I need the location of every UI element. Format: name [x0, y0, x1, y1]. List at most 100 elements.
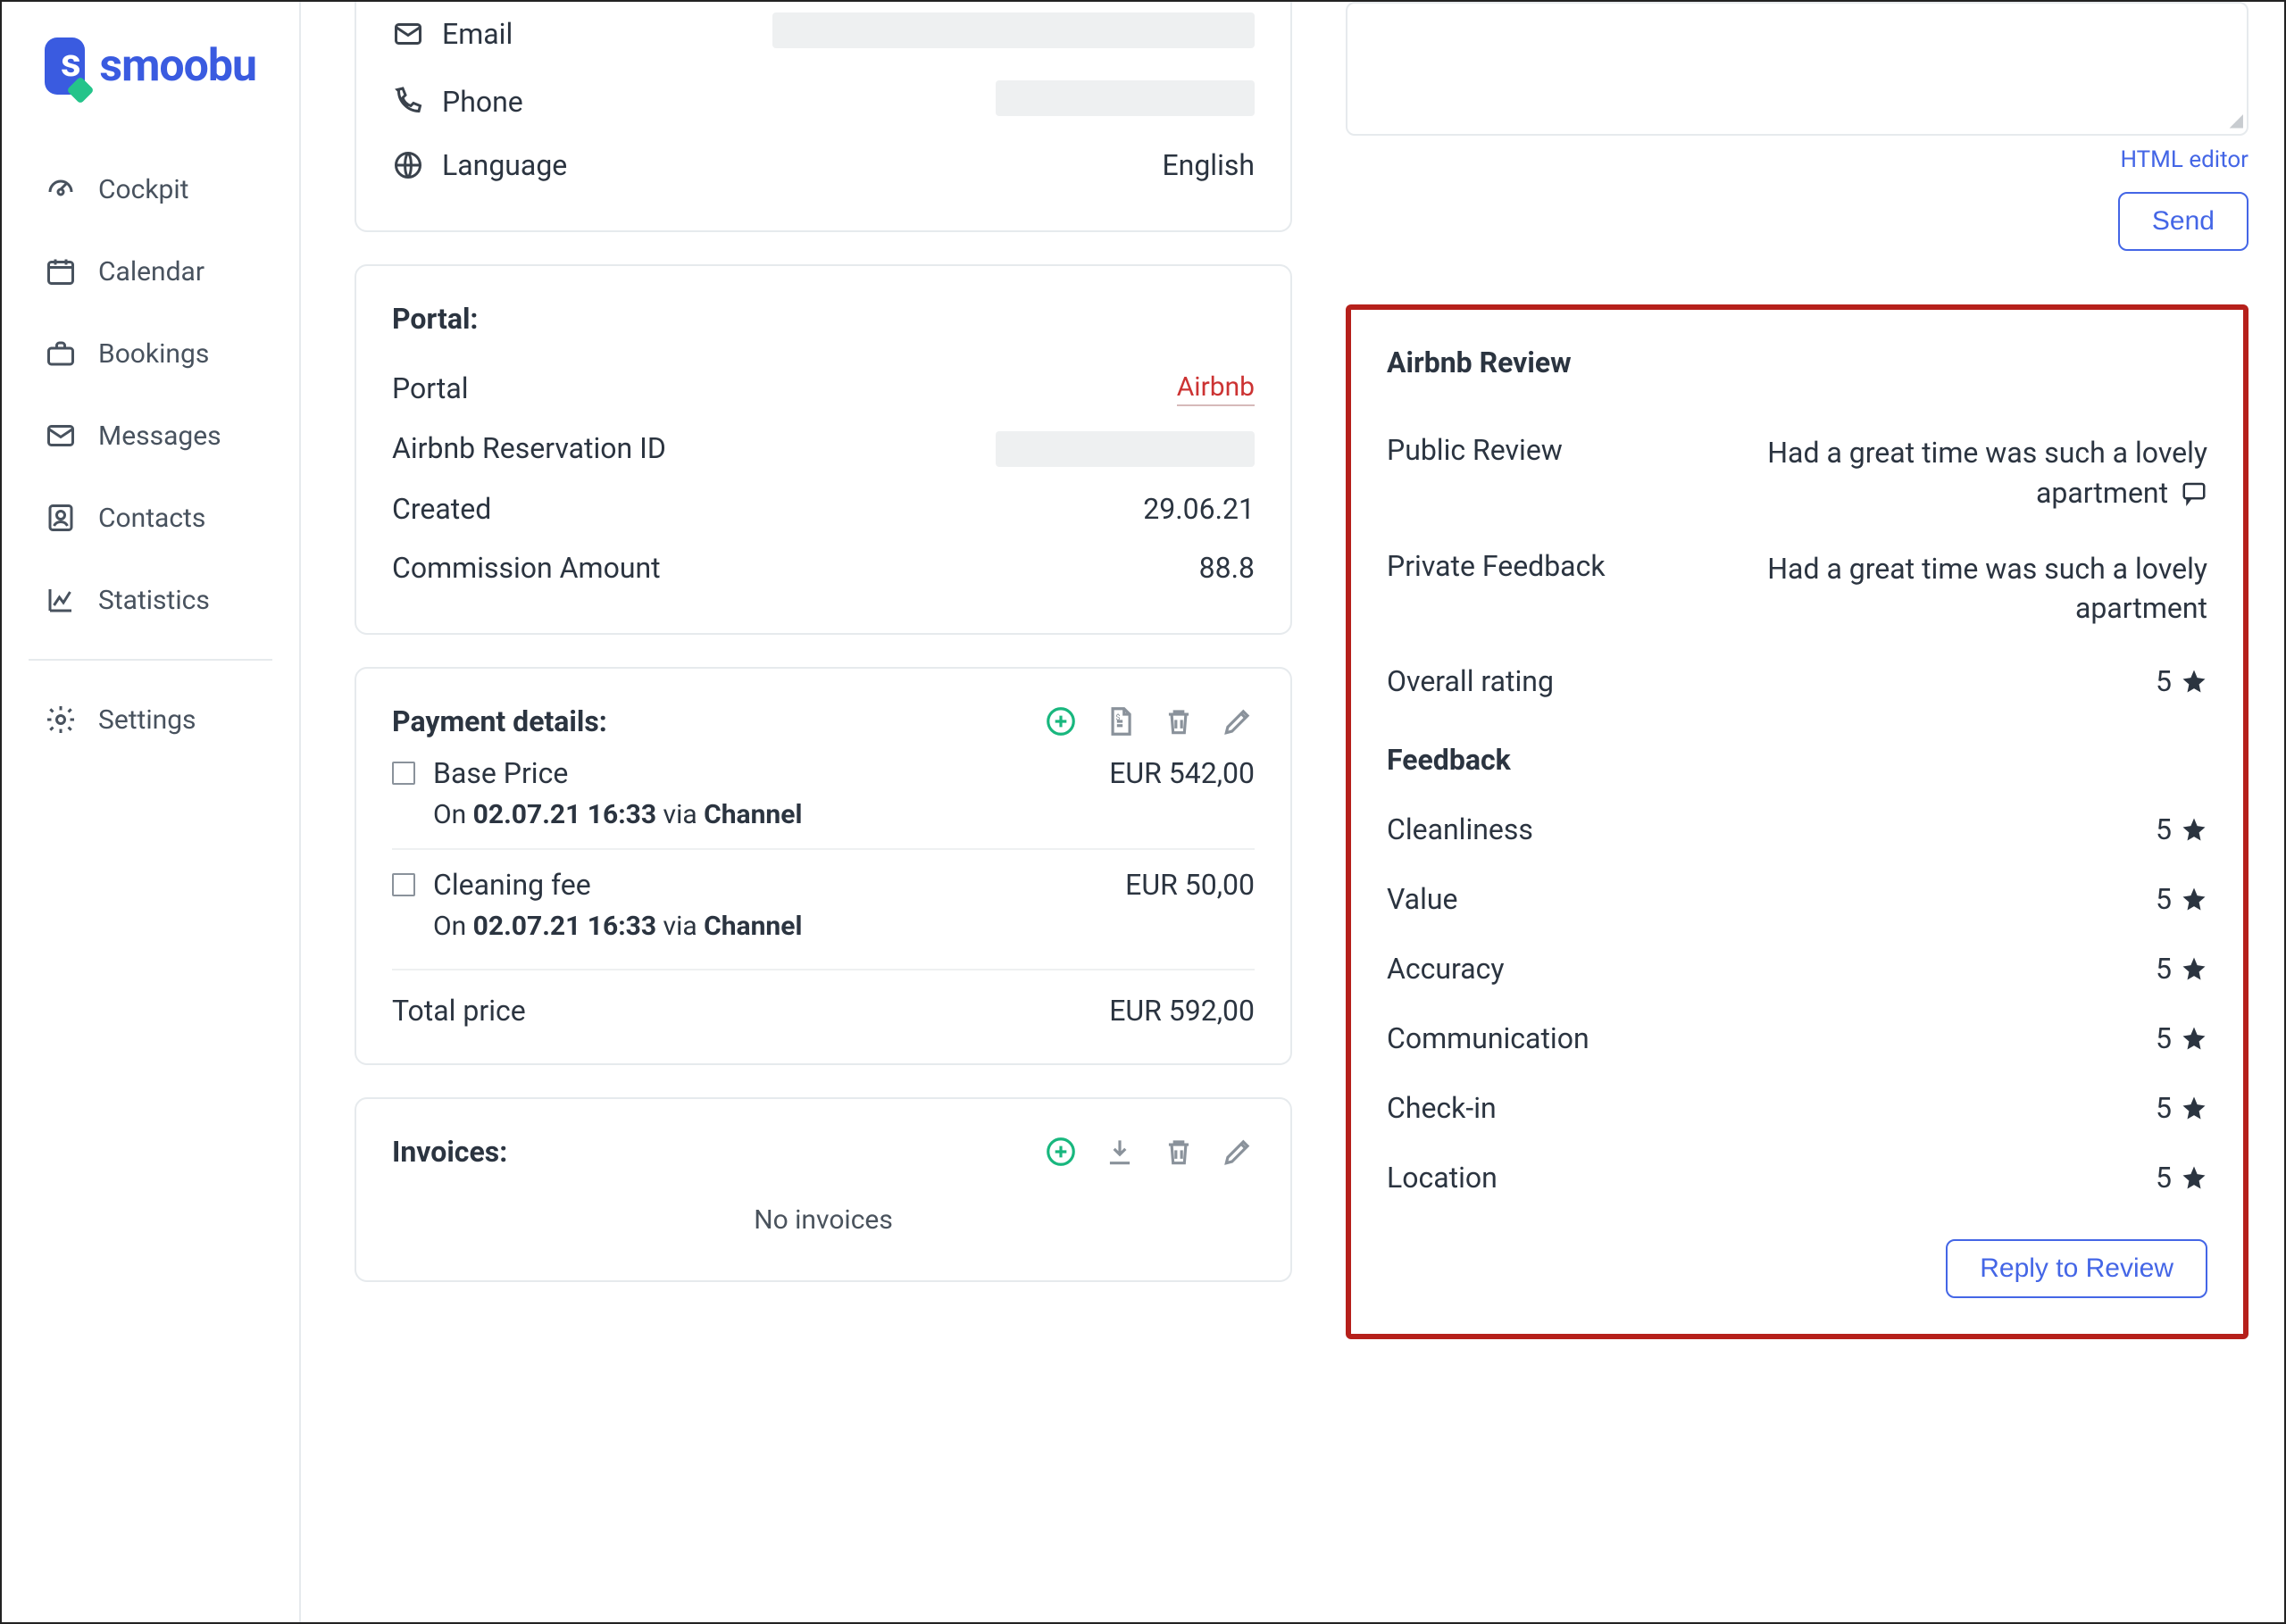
payment-item-meta: On 02.07.21 16:33 via Channel — [392, 799, 1255, 830]
portal-value-link[interactable]: Airbnb — [1177, 371, 1255, 406]
edit-invoice-icon[interactable] — [1221, 1135, 1255, 1169]
reservation-id-label: Airbnb Reservation ID — [392, 431, 996, 467]
feedback-category-row: Accuracy5 — [1387, 934, 2207, 1004]
star-icon — [2181, 1095, 2207, 1121]
payment-section-title: Payment details: — [392, 704, 607, 738]
feedback-category-row: Cleanliness 5 — [1387, 795, 2207, 864]
created-label: Created — [392, 492, 1143, 526]
overall-rating-label: Overall rating — [1387, 664, 1673, 698]
payment-item: Base Price EUR 542,00 On 02.07.21 16:33 vi… — [392, 738, 1255, 850]
feedback-category-value: 5 — [2156, 882, 2172, 916]
sidebar-item-bookings[interactable]: Bookings — [2, 312, 299, 395]
feedback-category-row: Location5 — [1387, 1143, 2207, 1212]
feedback-category-label: Check-in — [1387, 1091, 1673, 1125]
nav-label: Calendar — [98, 256, 204, 287]
payment-card: Payment details: $ Base Price EUR 542,00 O… — [355, 667, 1292, 1065]
guest-phone-redacted — [996, 80, 1255, 116]
overall-rating-row: Overall rating 5 — [1387, 646, 2207, 716]
nav-label: Contacts — [98, 503, 205, 534]
guest-phone-label: Phone — [442, 85, 523, 119]
review-card: Airbnb Review Public Review Had a great … — [1387, 346, 2207, 1298]
feedback-category-label: Accuracy — [1387, 952, 1673, 986]
feedback-category-label: Cleanliness — [1387, 812, 1673, 846]
delete-invoice-icon[interactable] — [1162, 1135, 1196, 1169]
chat-icon — [2181, 479, 2207, 506]
feedback-category-label: Communication — [1387, 1021, 1673, 1055]
sidebar-item-calendar[interactable]: Calendar — [2, 230, 299, 312]
total-value: EUR 592,00 — [1109, 994, 1255, 1028]
gear-icon — [45, 704, 77, 736]
add-invoice-icon[interactable] — [1044, 1135, 1078, 1169]
feedback-subtitle: Feedback — [1387, 743, 2207, 777]
chart-icon — [45, 584, 77, 616]
sidebar-item-cockpit[interactable]: Cockpit — [2, 148, 299, 230]
nav-label: Messages — [98, 421, 221, 452]
commission-row: Commission Amount 88.8 — [392, 538, 1255, 597]
public-review-value: Had a great time was such a lovely apart… — [1708, 433, 2207, 513]
review-highlight-box: Airbnb Review Public Review Had a great … — [1346, 304, 2248, 1339]
review-title: Airbnb Review — [1387, 346, 2207, 379]
reservation-id-redacted — [996, 431, 1255, 467]
star-icon — [2181, 1025, 2207, 1052]
globe-icon — [392, 149, 424, 181]
sidebar-item-statistics[interactable]: Statistics — [2, 559, 299, 641]
html-editor-link[interactable]: HTML editor — [2120, 146, 2248, 173]
nav-separator — [29, 659, 272, 661]
public-review-row: Public Review Had a great time was such … — [1387, 415, 2207, 531]
resize-handle-icon[interactable]: ◢ — [2230, 109, 2243, 130]
guest-language-row: Language English — [392, 136, 1255, 195]
sidebar-item-settings[interactable]: Settings — [2, 679, 299, 761]
message-textarea[interactable]: ◢ — [1346, 2, 2248, 136]
portal-label: Portal — [392, 371, 1177, 406]
invoice-file-icon[interactable]: $ — [1103, 704, 1137, 738]
phone-icon — [392, 86, 424, 118]
payment-item: Cleaning feeEUR 50,00On 02.07.21 16:33 v… — [392, 850, 1255, 960]
payment-total-row: Total price EUR 592,00 — [392, 969, 1255, 1028]
feedback-category-value: 5 — [2156, 812, 2172, 846]
portal-card: Portal: Portal Airbnb Airbnb Reservation… — [355, 264, 1292, 635]
reply-to-review-button[interactable]: Reply to Review — [1946, 1239, 2207, 1298]
reservation-id-row: Airbnb Reservation ID — [392, 419, 1255, 479]
delete-payment-icon[interactable] — [1162, 704, 1196, 738]
overall-rating-value: 5 — [2156, 664, 2172, 698]
guest-language-label: Language — [442, 148, 567, 182]
star-icon — [2181, 886, 2207, 912]
commission-label: Commission Amount — [392, 551, 1199, 585]
main-nav: Cockpit Calendar Bookings Messages Conta… — [2, 148, 299, 761]
payment-item-name: Base Price — [433, 756, 568, 790]
portal-section-title: Portal: — [392, 302, 1255, 336]
star-icon — [2181, 955, 2207, 982]
invoices-card: Invoices: No invoices — [355, 1097, 1292, 1282]
nav-label: Cockpit — [98, 174, 189, 205]
send-button[interactable]: Send — [2118, 192, 2248, 251]
briefcase-icon — [45, 337, 77, 370]
brand-logo[interactable]: smoobu — [2, 37, 299, 148]
contact-icon — [45, 502, 77, 534]
payment-item-amount: EUR 542,00 — [1109, 756, 1255, 790]
total-label: Total price — [392, 994, 526, 1028]
private-feedback-value: Had a great time was such a lovely apart… — [1708, 549, 2207, 629]
guest-language-value: English — [1162, 148, 1255, 182]
payment-checkbox[interactable] — [392, 762, 415, 785]
svg-text:$: $ — [1115, 712, 1120, 722]
invoices-empty: No invoices — [392, 1169, 1255, 1245]
feedback-category-row: Value 5 — [1387, 864, 2207, 934]
guest-email-label: Email — [442, 17, 513, 51]
feedback-category-label: Value — [1387, 882, 1673, 916]
feedback-category-value: 5 — [2156, 1091, 2172, 1125]
created-row: Created 29.06.21 — [392, 479, 1255, 538]
payment-item-meta: On 02.07.21 16:33 via Channel — [392, 911, 1255, 942]
edit-payment-icon[interactable] — [1221, 704, 1255, 738]
mail-icon — [45, 420, 77, 452]
sidebar-item-messages[interactable]: Messages — [2, 395, 299, 477]
payment-item-amount: EUR 50,00 — [1125, 868, 1255, 902]
add-payment-icon[interactable] — [1044, 704, 1078, 738]
sidebar: smoobu Cockpit Calendar Bookings Message… — [2, 2, 301, 1622]
sidebar-item-contacts[interactable]: Contacts — [2, 477, 299, 559]
download-invoice-icon[interactable] — [1103, 1135, 1137, 1169]
star-icon — [2181, 1164, 2207, 1191]
nav-label: Bookings — [98, 338, 209, 370]
payment-checkbox[interactable] — [392, 873, 415, 896]
calendar-icon — [45, 255, 77, 287]
public-review-text: Had a great time was such a lovely apart… — [1767, 436, 2207, 510]
